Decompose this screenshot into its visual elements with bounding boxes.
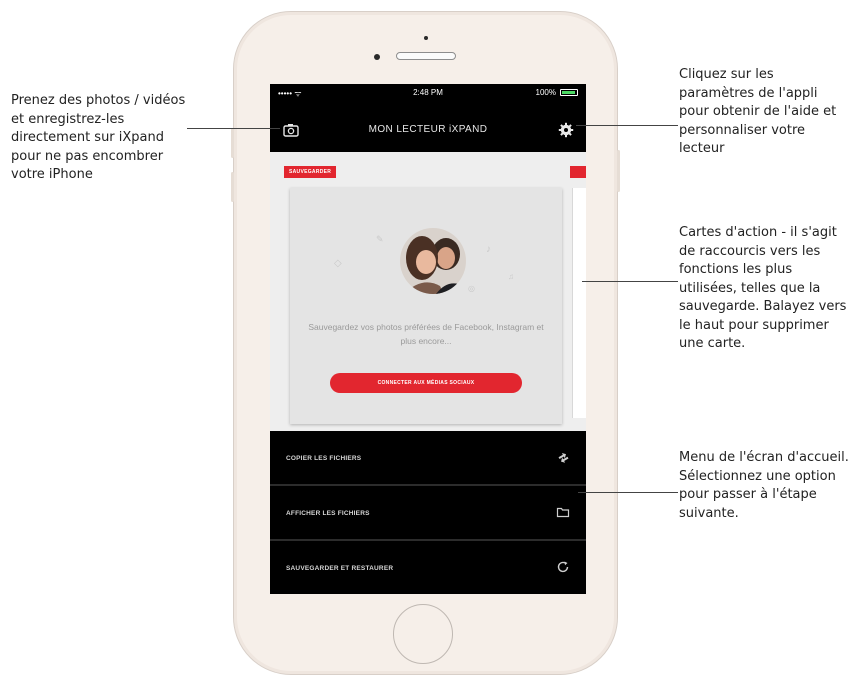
volume-button xyxy=(231,128,234,158)
menu-item-label: SAUVEGARDER ET RESTAURER xyxy=(286,565,394,572)
callout-line-cards xyxy=(582,281,678,282)
battery-icon xyxy=(560,89,578,96)
next-card-peek[interactable] xyxy=(572,188,586,418)
menu-item-backup-restore[interactable]: SAUVEGARDER ET RESTAURER xyxy=(270,541,586,594)
volume-button xyxy=(231,172,234,202)
couple-photo-icon xyxy=(400,228,466,294)
callout-camera-text: Prenez des photos / vidéos et enregistre… xyxy=(11,93,186,182)
camera-doodle-icon: ◇ xyxy=(334,258,342,269)
action-cards-carousel[interactable]: SAUVEGARDER ◇ ✎ ♪ ♫ ◎ Sauvegardez vos ph… xyxy=(270,152,586,431)
callout-home-menu-text: Menu de l'écran d'accueil. Sélectionnez … xyxy=(679,450,849,521)
home-button[interactable] xyxy=(393,604,453,664)
settings-button[interactable] xyxy=(558,122,574,138)
thumbs-up-doodle-icon: ✎ xyxy=(376,234,384,244)
card-description: Sauvegardez vos photos préférées de Face… xyxy=(308,322,544,346)
callout-action-cards-text: Cartes d'action - il s'agit de raccourci… xyxy=(679,225,847,351)
card-tag-label: SAUVEGARDER xyxy=(284,166,337,178)
app-title: MON LECTEUR iXPAND xyxy=(368,124,488,135)
profile-photo xyxy=(400,228,466,294)
gear-icon xyxy=(558,122,574,138)
action-card[interactable]: ◇ ✎ ♪ ♫ ◎ Sauvegardez vos photos préféré… xyxy=(290,188,562,424)
callout-line-settings xyxy=(576,125,678,126)
callout-line-menu xyxy=(578,492,678,493)
status-bar: ••••• ᯤ 2:48 PM 100% xyxy=(270,84,586,102)
home-menu: COPIER LES FICHIERS AFFICHER LES FICHIER… xyxy=(270,431,586,594)
menu-item-label: COPIER LES FICHIERS xyxy=(286,455,362,462)
transfer-icon xyxy=(558,453,569,463)
battery-percent: 100% xyxy=(535,88,556,97)
callout-line-camera xyxy=(187,128,280,129)
power-button xyxy=(617,150,620,192)
callout-settings-text: Cliquez sur les paramètres de l'appli po… xyxy=(679,67,837,156)
next-card-tag xyxy=(570,166,586,178)
refresh-icon xyxy=(557,561,569,573)
earpiece-speaker xyxy=(396,52,456,60)
menu-item-copy-files[interactable]: COPIER LES FICHIERS xyxy=(270,431,586,486)
connect-social-media-button[interactable]: CONNECTER AUX MÉDIAS SOCIAUX xyxy=(330,373,522,393)
music-note-doodle-icon: ♫ xyxy=(508,272,514,281)
top-sensor-dot xyxy=(424,36,428,40)
chat-doodle-icon: ◎ xyxy=(468,284,475,293)
music-note-doodle-icon: ♪ xyxy=(486,244,491,255)
app-header: MON LECTEUR iXPAND xyxy=(270,112,586,148)
front-camera-dot xyxy=(374,54,380,60)
menu-item-label: AFFICHER LES FICHIERS xyxy=(286,510,370,517)
menu-item-view-files[interactable]: AFFICHER LES FICHIERS xyxy=(270,486,586,541)
folder-icon xyxy=(556,507,570,518)
phone-screen: ••••• ᯤ 2:48 PM 100% MON LECTEUR iXPAND xyxy=(270,84,586,594)
